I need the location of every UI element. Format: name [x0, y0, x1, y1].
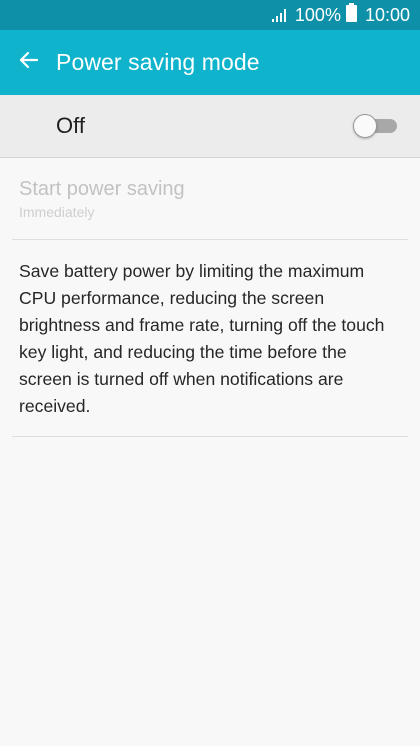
signal-bars-icon: [271, 6, 289, 27]
toggle-thumb: [353, 114, 377, 138]
setting-title: Start power saving: [19, 178, 185, 200]
master-switch-label: Off: [56, 113, 85, 138]
start-power-saving-setting[interactable]: Start power saving Immediately: [0, 158, 420, 240]
description-text: Save battery power by limiting the maxim…: [19, 261, 385, 416]
divider: [12, 239, 408, 240]
master-switch-row[interactable]: Off: [0, 95, 420, 158]
back-button[interactable]: [0, 30, 56, 95]
battery-full-icon: [345, 3, 357, 27]
power-saving-screen: 100% 10:00 Power saving mode Off Start p…: [0, 0, 420, 746]
battery-percent: 100%: [294, 4, 341, 25]
power-saving-toggle[interactable]: [353, 113, 399, 139]
status-bar: 100% 10:00: [0, 0, 420, 30]
divider: [12, 436, 408, 437]
setting-value: Immediately: [19, 204, 95, 220]
page-title: Power saving mode: [56, 49, 260, 75]
arrow-left-icon: [18, 50, 39, 75]
clock: 10:00: [364, 4, 410, 25]
app-bar: Power saving mode: [0, 30, 420, 95]
